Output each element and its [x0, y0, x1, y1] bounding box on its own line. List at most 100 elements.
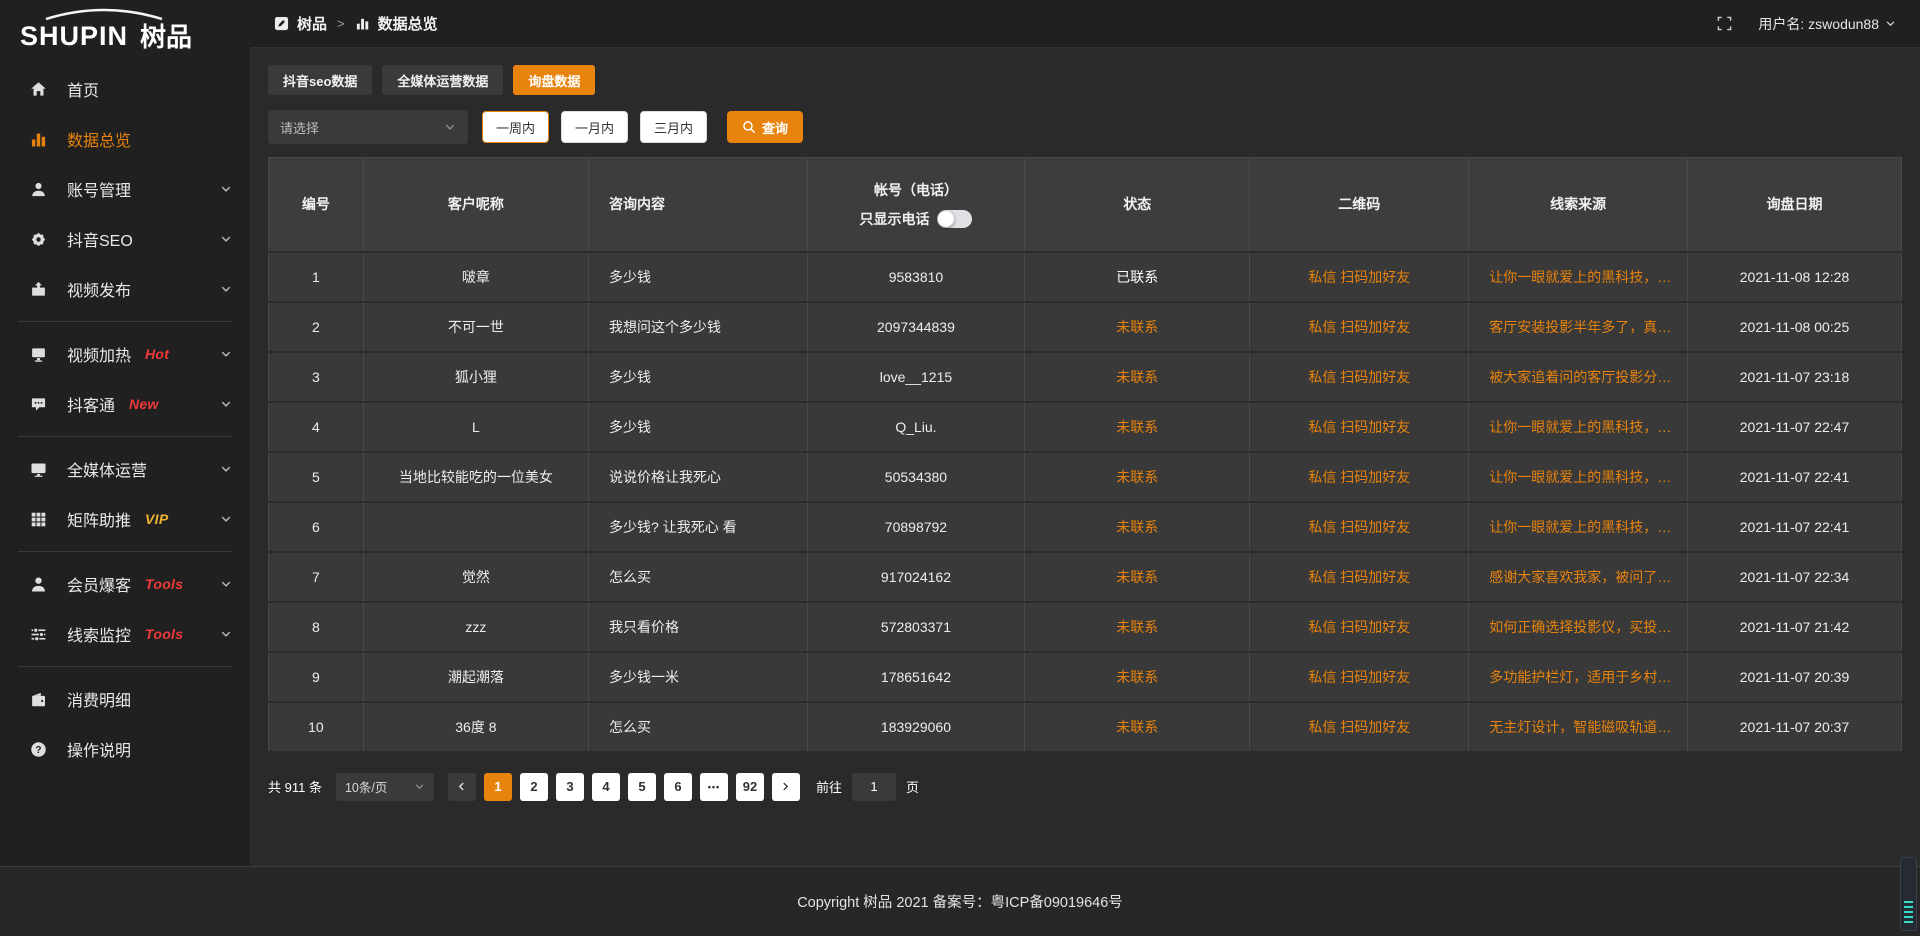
range-one-month[interactable]: 一月内 [561, 111, 628, 143]
table-row: 9潮起潮落多少钱一米178651642未联系私信 扫码加好友多功能护栏灯，适用于… [269, 652, 1902, 702]
page-button-2[interactable]: 2 [520, 773, 548, 801]
cell-qrcode-links[interactable]: 私信 扫码加好友 [1250, 602, 1469, 652]
filter-select[interactable]: 请选择 [268, 110, 468, 144]
cell-content: 我只看价格 [589, 602, 808, 652]
search-button-label: 查询 [762, 118, 788, 137]
cell-source-link[interactable]: 无主灯设计，智能磁吸轨道灯... [1469, 702, 1688, 752]
cell-source-link[interactable]: 让你一眼就爱上的黑科技，能... [1469, 402, 1688, 452]
sidebar-nav: 首页数据总览账号管理抖音SEO视频发布视频加热Hot抖客通New 全媒体运营矩阵助… [0, 56, 250, 774]
range-one-week[interactable]: 一周内 [482, 111, 549, 143]
search-button[interactable]: 查询 [727, 111, 803, 143]
sidebar-item-matrix-boost[interactable]: 矩阵助推VIP [0, 494, 250, 544]
tab-douyin-seo-data[interactable]: 抖音seo数据 [268, 65, 372, 95]
cell-qrcode-links[interactable]: 私信 扫码加好友 [1250, 452, 1469, 502]
toggle-knob [938, 211, 954, 227]
prev-page-button[interactable] [448, 773, 476, 801]
breadcrumb-item-home[interactable]: 树品 [297, 13, 327, 34]
page-button-5[interactable]: 5 [628, 773, 656, 801]
page-size-label: 10条/页 [345, 777, 387, 796]
table-header-row: 编号 客户呢称 咨询内容 帐号（电话） 只显示电话 状态 [269, 158, 1902, 252]
sidebar-item-data-overview[interactable]: 数据总览 [0, 114, 250, 164]
floating-widget[interactable] [1900, 857, 1917, 931]
page-button-3[interactable]: 3 [556, 773, 584, 801]
cell-status: 未联系 [1025, 702, 1250, 752]
next-page-button[interactable] [772, 773, 800, 801]
table-row: 6多少钱? 让我死心 看70898792未联系私信 扫码加好友让你一眼就爱上的黑… [269, 502, 1902, 552]
sidebar-item-douyin-seo[interactable]: 抖音SEO [0, 214, 250, 264]
cell-source-link[interactable]: 让你一眼就爱上的黑科技，能... [1469, 252, 1688, 302]
tab-inquiry-data[interactable]: 询盘数据 [513, 65, 595, 95]
cell-qrcode-links[interactable]: 私信 扫码加好友 [1250, 652, 1469, 702]
sidebar-item-account-management[interactable]: 账号管理 [0, 164, 250, 214]
cell-date: 2021-11-07 22:47 [1688, 402, 1902, 452]
page-button-92[interactable]: 92 [736, 773, 764, 801]
cell-source-link[interactable]: 被大家追着问的客厅投影分享... [1469, 352, 1688, 402]
cell-qrcode-links[interactable]: 私信 扫码加好友 [1250, 702, 1469, 752]
range-three-months[interactable]: 三月内 [640, 111, 707, 143]
sidebar-item-douketong[interactable]: 抖客通New [0, 379, 250, 429]
column-date: 询盘日期 [1688, 158, 1902, 252]
sidebar-item-media-operations[interactable]: 全媒体运营 [0, 444, 250, 494]
cell-qrcode-links[interactable]: 私信 扫码加好友 [1250, 502, 1469, 552]
jump-page-input[interactable] [852, 773, 896, 801]
cell-source-link[interactable]: 让你一眼就爱上的黑科技，能... [1469, 452, 1688, 502]
breadcrumb-item-current: 数据总览 [378, 13, 438, 34]
cell-qrcode-links[interactable]: 私信 扫码加好友 [1250, 352, 1469, 402]
sidebar-item-label: 线索监控 [67, 622, 131, 646]
cell-account: 178651642 [807, 652, 1024, 702]
phone-only-toggle[interactable] [937, 210, 972, 228]
cell-no: 5 [269, 452, 364, 502]
chevron-down-icon [220, 283, 232, 295]
cell-source-link[interactable]: 让你一眼就爱上的黑科技，能... [1469, 502, 1688, 552]
cell-source-link[interactable]: 多功能护栏灯，适用于乡村文... [1469, 652, 1688, 702]
cell-content: 多少钱 [589, 352, 808, 402]
sidebar-item-member-baoke[interactable]: 会员爆客Tools [0, 559, 250, 609]
sidebar-item-lead-monitor[interactable]: 线索监控Tools [0, 609, 250, 659]
table-row: 2不可一世我想问这个多少钱2097344839未联系私信 扫码加好友客厅安装投影… [269, 302, 1902, 352]
sidebar-item-video-heat[interactable]: 视频加热Hot [0, 329, 250, 379]
cell-source-link[interactable]: 感谢大家喜欢我家，被问了好... [1469, 552, 1688, 602]
fullscreen-icon[interactable] [1717, 16, 1732, 31]
sidebar-item-instructions[interactable]: ?操作说明 [0, 724, 250, 774]
page-size-select[interactable]: 10条/页 [336, 773, 434, 801]
cell-content: 多少钱 [589, 252, 808, 302]
pagination: 共 911 条 10条/页 123456•••92 前往 页 [268, 773, 1902, 801]
cell-no: 1 [269, 252, 364, 302]
page-button-6[interactable]: 6 [664, 773, 692, 801]
sidebar-item-label: 操作说明 [67, 737, 131, 761]
cell-source-link[interactable]: 客厅安装投影半年多了，真实... [1469, 302, 1688, 352]
cell-status: 未联系 [1025, 652, 1250, 702]
chevron-down-icon[interactable] [1885, 18, 1896, 29]
username[interactable]: 用户名: zswodun88 [1758, 14, 1879, 34]
pagination-ellipsis[interactable]: ••• [700, 773, 728, 801]
sidebar-item-video-publish[interactable]: 视频发布 [0, 264, 250, 314]
cell-account: 2097344839 [807, 302, 1024, 352]
topbar: 树品 > 数据总览 用户名: zswodun88 [250, 0, 1920, 48]
column-source: 线索来源 [1469, 158, 1688, 252]
sidebar-item-consumption-detail[interactable]: 消费明细 [0, 674, 250, 724]
content: 抖音seo数据全媒体运营数据询盘数据 请选择 一周内一月内三月内 查询 [250, 48, 1920, 801]
column-no: 编号 [269, 158, 364, 252]
tab-media-operations-data[interactable]: 全媒体运营数据 [382, 65, 503, 95]
divider [18, 666, 232, 667]
cell-qrcode-links[interactable]: 私信 扫码加好友 [1250, 302, 1469, 352]
sidebar-item-badge: New [129, 396, 159, 412]
cell-qrcode-links[interactable]: 私信 扫码加好友 [1250, 552, 1469, 602]
cell-qrcode-links[interactable]: 私信 扫码加好友 [1250, 252, 1469, 302]
page-button-4[interactable]: 4 [592, 773, 620, 801]
chevron-down-icon [220, 463, 232, 475]
cell-no: 6 [269, 502, 364, 552]
cell-source-link[interactable]: 如何正确选择投影仪，买投影... [1469, 602, 1688, 652]
cell-content: 怎么买 [589, 552, 808, 602]
home-icon [30, 81, 47, 98]
cell-nickname: 啵章 [363, 252, 588, 302]
table-row: 7觉然怎么买917024162未联系私信 扫码加好友感谢大家喜欢我家，被问了好.… [269, 552, 1902, 602]
cell-content: 我想问这个多少钱 [589, 302, 808, 352]
app-logo[interactable]: SHUPIN 树品 [0, 0, 250, 56]
cell-qrcode-links[interactable]: 私信 扫码加好友 [1250, 402, 1469, 452]
chevron-right-icon [780, 781, 791, 792]
sidebar-item-home[interactable]: 首页 [0, 64, 250, 114]
cell-nickname: 狐小狸 [363, 352, 588, 402]
page-button-1[interactable]: 1 [484, 773, 512, 801]
jump-suffix: 页 [906, 777, 919, 796]
